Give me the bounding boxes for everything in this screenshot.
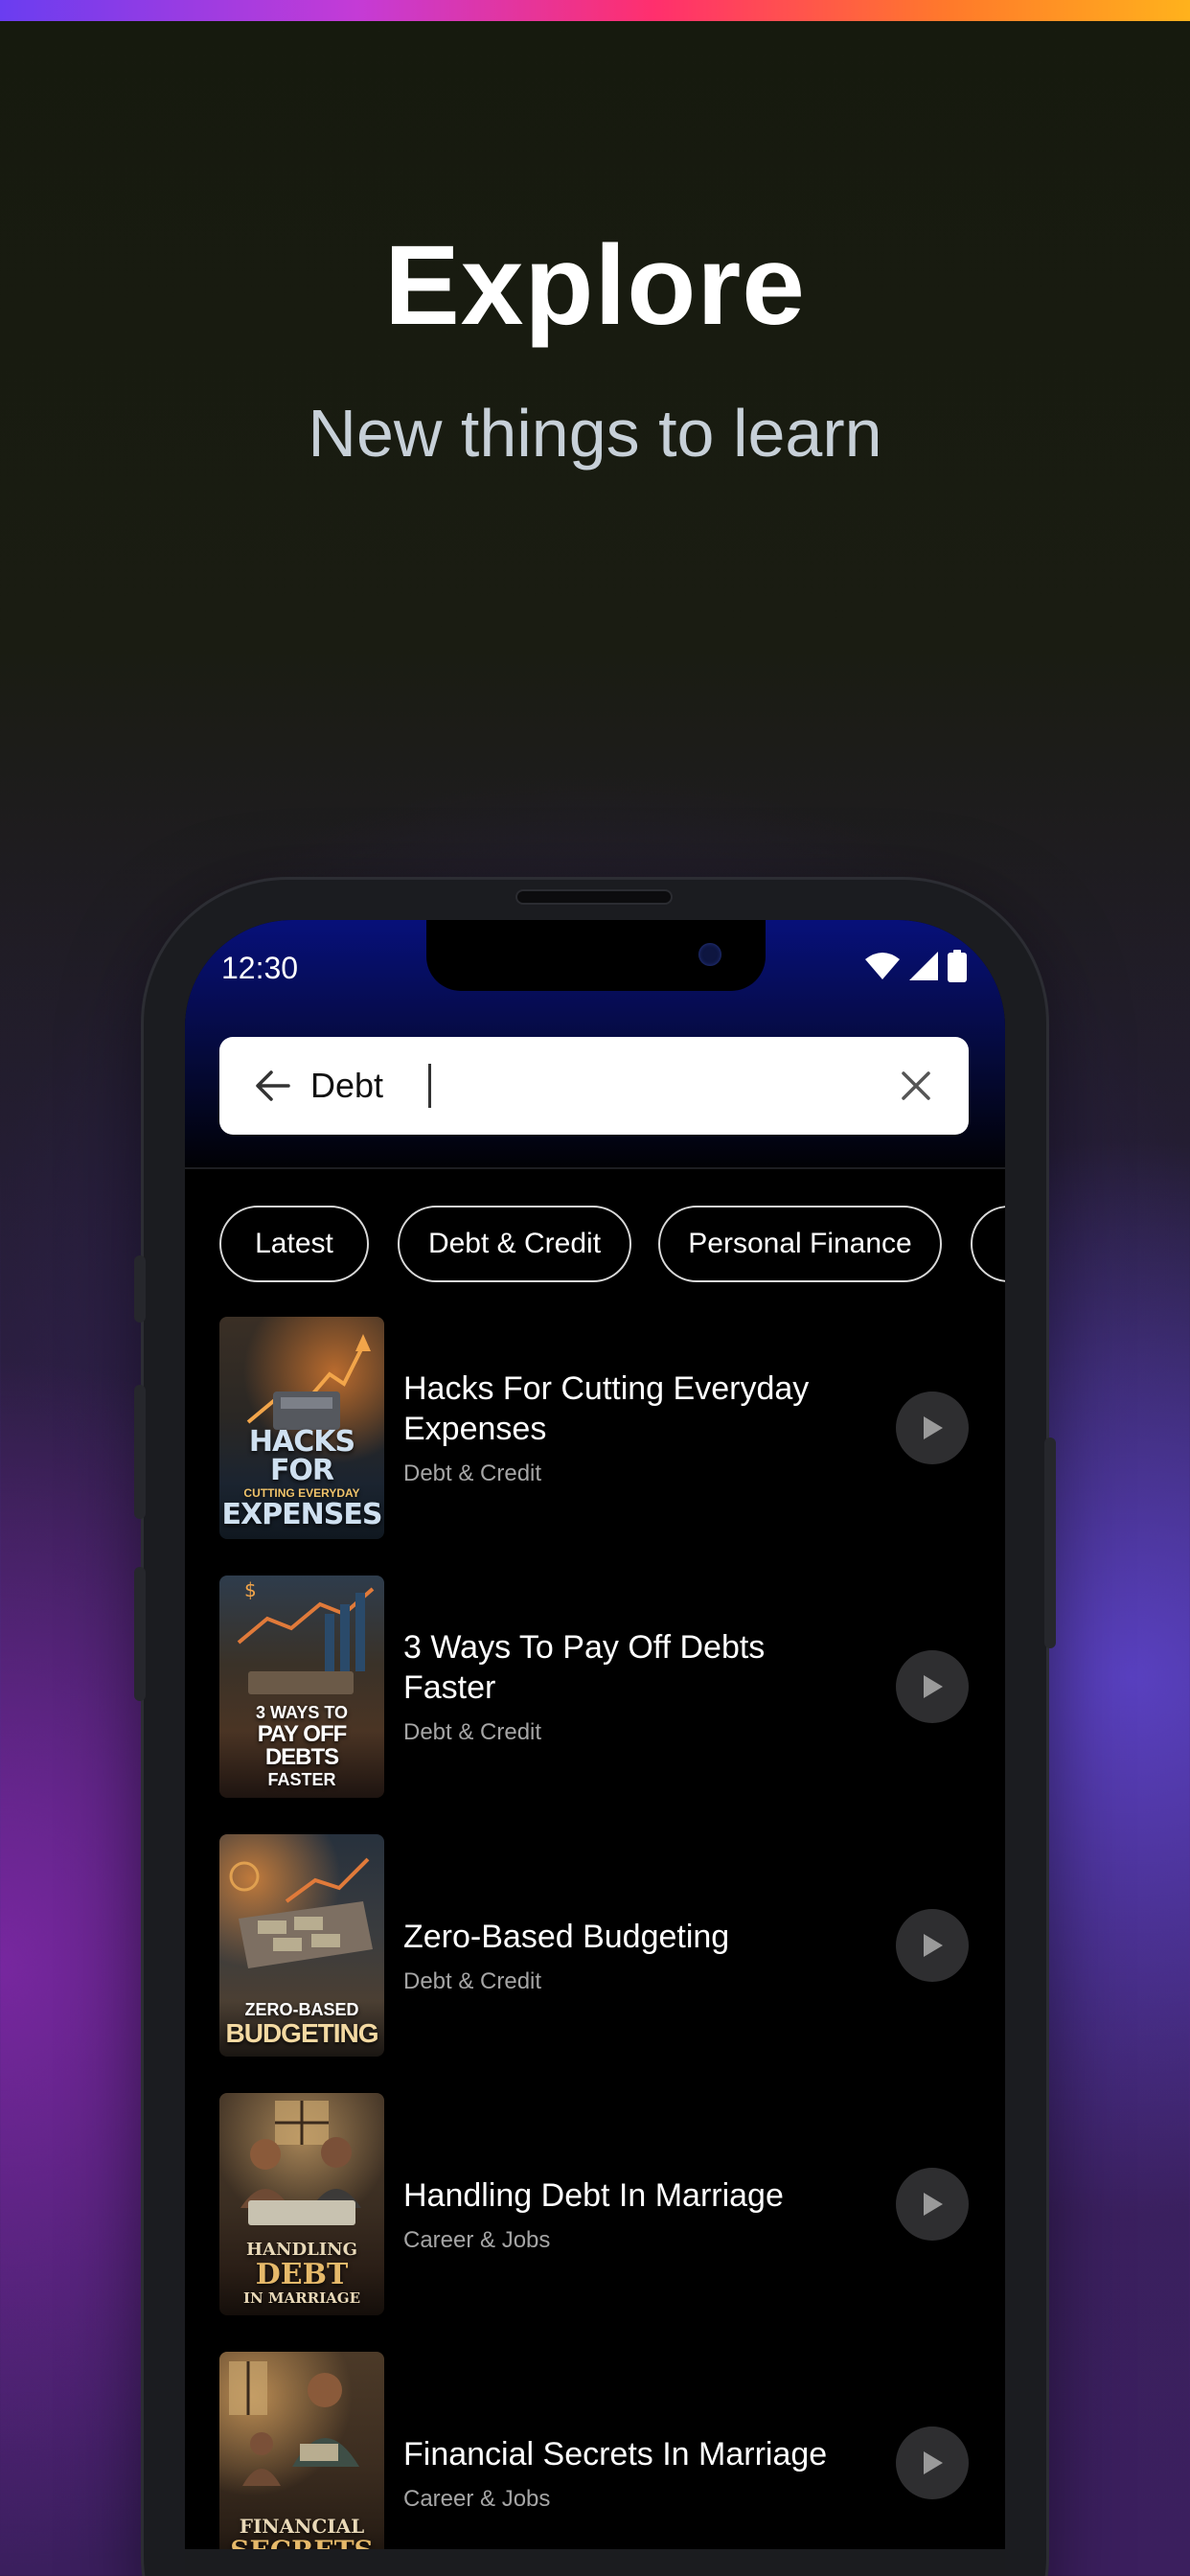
filter-chips: Latest Debt & Credit Personal Finance — [219, 1206, 1005, 1282]
play-button[interactable] — [896, 1650, 969, 1723]
cover-image: HANDLING DEBT IN MARRIAGE — [219, 2093, 384, 2315]
play-button[interactable] — [896, 1392, 969, 1464]
chart-bars-icon: $ — [237, 1578, 375, 1694]
phone-side-button — [134, 1255, 146, 1322]
drawer-money-icon — [229, 1857, 373, 1968]
filter-chip-more[interactable] — [971, 1206, 1005, 1282]
wifi-icon — [865, 953, 900, 979]
list-item[interactable]: HANDLING DEBT IN MARRIAGE Handling Debt … — [219, 2093, 969, 2315]
phone-volume-up-button — [134, 1385, 146, 1519]
couple-illustration — [240, 2101, 361, 2225]
arrow-left-icon[interactable] — [254, 1067, 292, 1105]
trend-arrow-icon — [246, 1334, 371, 1430]
filter-chip-latest[interactable]: Latest — [219, 1206, 369, 1282]
play-icon — [924, 1416, 943, 1439]
play-button[interactable] — [896, 2426, 969, 2499]
status-time: 12:30 — [221, 951, 299, 985]
bottom-navigation-bar — [185, 2549, 1005, 2576]
filter-chip-personal-finance[interactable]: Personal Finance — [658, 1206, 942, 1282]
play-icon — [924, 2193, 943, 2216]
battery-icon — [948, 950, 967, 982]
item-title[interactable]: Financial Secrets In Marriage — [403, 2434, 863, 2474]
hero-subtitle: New things to learn — [308, 396, 882, 471]
play-button[interactable] — [896, 2168, 969, 2241]
search-bar[interactable]: Debt — [219, 1037, 969, 1135]
text-cursor — [428, 1064, 431, 1108]
header-divider — [185, 1167, 1005, 1169]
phone-screen: 12:30 Debt Latest Debt & Credit Personal… — [185, 920, 1005, 2576]
play-icon — [924, 1675, 943, 1698]
cover-image: $ 3 WAYS TO PAY OFF DEBTS FASTER — [219, 1576, 384, 1798]
play-button[interactable] — [896, 1909, 969, 1982]
top-gradient-bar — [0, 0, 1190, 21]
status-icons — [865, 949, 967, 983]
cover-title: HANDLING DEBT IN MARRIAGE — [242, 2240, 361, 2307]
couple-illustration — [229, 2361, 359, 2486]
cover-image: ZERO-BASED BUDGETING — [219, 1834, 384, 2057]
filter-chip-debt-credit[interactable]: Debt & Credit — [398, 1206, 631, 1282]
list-item[interactable]: ZERO-BASED BUDGETING Zero-Based Budgetin… — [219, 1834, 969, 2057]
item-category: Career & Jobs — [403, 2486, 551, 2512]
notch — [426, 920, 766, 991]
cover-title: HACKS FOR CUTTING EVERYDAY EXPENSES — [221, 1425, 383, 1531]
item-title[interactable]: Zero-Based Budgeting — [403, 1917, 863, 1957]
cover-title: ZERO-BASED BUDGETING — [225, 2000, 379, 2048]
item-title[interactable]: Handling Debt In Marriage — [403, 2175, 863, 2216]
cover-image: FINANCIAL SECRETS — [219, 2352, 384, 2574]
item-title[interactable]: 3 Ways To Pay Off Debts Faster — [403, 1627, 863, 1708]
cellular-signal-icon — [909, 952, 938, 980]
hero-title: Explore — [384, 222, 806, 349]
play-icon — [924, 1934, 943, 1957]
list-item[interactable]: FINANCIAL SECRETS Financial Secrets In M… — [219, 2352, 969, 2574]
item-title[interactable]: Hacks For Cutting Everyday Expenses — [403, 1368, 863, 1449]
front-camera — [698, 943, 721, 966]
item-category: Debt & Credit — [403, 1968, 542, 1994]
cover-title: 3 WAYS TO PAY OFF DEBTS FASTER — [255, 1703, 349, 1789]
play-icon — [924, 2451, 943, 2474]
list-item[interactable]: HACKS FOR CUTTING EVERYDAY EXPENSES Hack… — [219, 1317, 969, 1539]
svg-text:$: $ — [244, 1578, 257, 1601]
list-item[interactable]: $ 3 WAYS TO PAY OFF DEBTS FASTER 3 Ways … — [219, 1576, 969, 1798]
item-category: Debt & Credit — [403, 1719, 542, 1745]
phone-speaker — [517, 891, 671, 903]
search-input[interactable]: Debt — [310, 1066, 383, 1106]
close-icon[interactable] — [900, 1070, 932, 1102]
cover-image: HACKS FOR CUTTING EVERYDAY EXPENSES — [219, 1317, 384, 1539]
phone-volume-down-button — [134, 1567, 146, 1701]
phone-power-button — [1044, 1438, 1056, 1648]
item-category: Career & Jobs — [403, 2227, 551, 2253]
item-category: Debt & Credit — [403, 1460, 542, 1486]
